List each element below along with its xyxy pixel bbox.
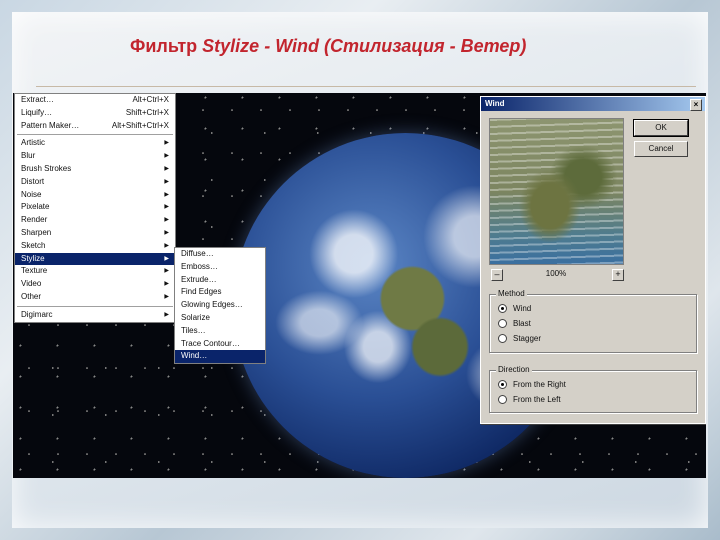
menu-item-pixelate[interactable]: Pixelate ▶ [15,201,175,214]
menu-separator [17,305,173,307]
menu-separator [17,134,173,136]
menu-item-label: Other [21,291,42,301]
menu-item-label: Sharpen [21,227,52,237]
menu-item-label: Texture [21,266,48,276]
radio-button-icon[interactable] [498,319,507,329]
submenu-arrow-icon: ▶ [164,191,169,198]
radio-button-icon[interactable] [498,395,507,405]
menu-item-texture[interactable]: Texture ▶ [15,265,175,278]
radio-blast[interactable]: Blast [498,318,531,330]
stylize-submenu: Diffuse… Emboss… Extrude… Find Edges Glowing… [174,247,266,365]
menu-item-extract[interactable]: Extract… Alt+Ctrl+X [15,94,175,107]
submenu-item-tiles[interactable]: Tiles… [175,325,265,338]
menu-item-shortcut: Alt+Ctrl+X [132,95,169,104]
filter-preview[interactable] [489,118,624,265]
submenu-arrow-icon: ▶ [164,178,169,185]
submenu-item-extrude[interactable]: Extrude… [175,274,265,287]
submenu-arrow-icon: ▶ [164,217,169,224]
menu-item-label: Noise [21,189,42,199]
wind-dialog: Wind × OK Cancel – 100% + Method Wind Bla… [480,96,706,424]
method-label: Method [496,289,527,298]
menu-item-label: Video [21,279,42,289]
title-divider [36,86,696,87]
radio-label: Blast [513,319,531,328]
menu-item-blur[interactable]: Blur ▶ [15,150,175,163]
zoom-level: 100% [545,269,567,278]
submenu-arrow-icon: ▶ [164,268,169,275]
submenu-arrow-icon: ▶ [164,281,169,288]
submenu-arrow-icon: ▶ [164,311,169,318]
submenu-arrow-icon: ▶ [164,165,169,172]
dialog-title-bar: Wind × [481,97,705,111]
menu-item-stylize[interactable]: Stylize ▶ [15,252,175,266]
submenu-item-solarize[interactable]: Solarize [175,312,265,325]
menu-item-shortcut: Alt+Shift+Ctrl+X [111,120,169,130]
radio-label: Wind [513,304,532,313]
photoshop-screenshot: Extract… Alt+Ctrl+X Liquify… Shift+Ctrl+X Pa… [13,93,706,478]
menu-item-label: Pattern Maker… [21,120,80,130]
submenu-arrow-icon: ▶ [164,293,169,300]
menu-item-render[interactable]: Render ▶ [15,214,175,227]
radio-button-icon[interactable] [498,380,507,390]
menu-item-label: Stylize [21,253,45,263]
menu-item-digimarc[interactable]: Digimarc ▶ [15,309,175,322]
submenu-arrow-icon: ▶ [164,255,169,262]
menu-item-label: Liquify… [21,107,53,117]
zoom-out-icon[interactable]: – [491,269,503,281]
submenu-item-wind[interactable]: Wind… [175,350,265,364]
direction-group: Direction From the Right From the Left [489,365,697,413]
menu-item-label: Brush Strokes [21,163,72,173]
menu-item-label: Distort [21,176,45,186]
cancel-button[interactable]: Cancel [634,141,688,157]
submenu-item-glowing-edges[interactable]: Glowing Edges… [175,299,265,312]
submenu-arrow-icon: ▶ [164,204,169,211]
submenu-arrow-icon: ▶ [164,153,169,160]
direction-label: Direction [496,365,532,374]
menu-item-label: Sketch [21,240,46,250]
menu-item-label: Render [21,215,48,225]
radio-label: From the Left [513,395,561,404]
radio-from-the-right[interactable]: From the Right [498,379,566,391]
menu-item-pattern-maker[interactable]: Pattern Maker… Alt+Shift+Ctrl+X [15,120,175,133]
title-emphasis: Stylize - Wind (Стилизация - Ветер) [202,36,527,56]
menu-item-noise[interactable]: Noise ▶ [15,189,175,202]
radio-stagger[interactable]: Stagger [498,333,541,345]
zoom-in-icon[interactable]: + [612,269,624,281]
dialog-title: Wind [485,99,505,108]
menu-item-label: Pixelate [21,202,50,212]
submenu-arrow-icon: ▶ [164,229,169,236]
menu-item-video[interactable]: Video ▶ [15,278,175,291]
menu-item-distort[interactable]: Distort ▶ [15,176,175,189]
submenu-arrow-icon: ▶ [164,242,169,249]
menu-item-sharpen[interactable]: Sharpen ▶ [15,227,175,240]
radio-from-the-left[interactable]: From the Left [498,394,561,406]
submenu-item-find-edges[interactable]: Find Edges [175,286,265,299]
menu-item-shortcut: Shift+Ctrl+X [125,107,169,117]
close-icon[interactable]: × [690,99,702,111]
slide-title: Фильтр Stylize - Wind (Стилизация - Вете… [130,36,526,57]
title-prefix: Фильтр [130,36,203,56]
menu-item-brush-strokes[interactable]: Brush Strokes ▶ [15,163,175,176]
menu-item-label: Artistic [21,138,45,148]
radio-button-icon[interactable] [498,334,507,344]
menu-item-liquify[interactable]: Liquify… Shift+Ctrl+X [15,107,175,120]
radio-label: From the Right [513,380,566,389]
menu-item-label: Blur [21,151,36,161]
submenu-item-emboss[interactable]: Emboss… [175,261,265,274]
submenu-item-trace-contour[interactable]: Trace Contour… [175,338,265,351]
method-group: Method Wind Blast Stagger [489,289,697,353]
menu-item-label: Digimarc [21,309,53,319]
menu-item-artistic[interactable]: Artistic ▶ [15,137,175,150]
ok-button[interactable]: OK [633,119,689,137]
radio-button-icon[interactable] [498,304,507,314]
menu-item-sketch[interactable]: Sketch ▶ [15,240,175,253]
menu-item-label: Extract… [21,95,54,104]
submenu-arrow-icon: ▶ [164,140,169,147]
menu-item-other[interactable]: Other ▶ [15,291,175,304]
filter-menu: Extract… Alt+Ctrl+X Liquify… Shift+Ctrl+X Pa… [14,93,176,323]
radio-label: Stagger [513,334,542,343]
radio-wind[interactable]: Wind [498,303,531,315]
submenu-item-diffuse[interactable]: Diffuse… [175,248,265,261]
